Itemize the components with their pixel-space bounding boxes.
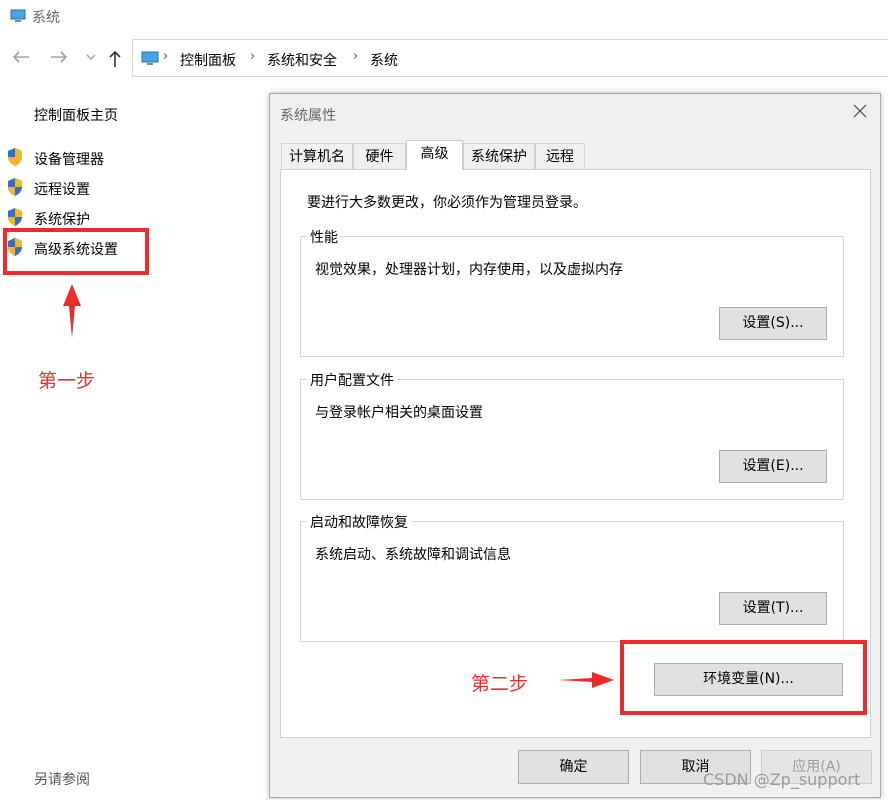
- performance-group: 性能 视觉效果，处理器计划，内存使用，以及虚拟内存 设置(S)...: [300, 227, 844, 357]
- control-panel-icon: [141, 51, 159, 65]
- close-icon[interactable]: [852, 103, 868, 119]
- startup-recovery-group: 启动和故障恢复 系统启动、系统故障和调试信息 设置(T)...: [300, 512, 844, 642]
- breadcrumb-separator: ›: [353, 49, 359, 64]
- arrow-up-icon: [109, 50, 121, 67]
- system-monitor-icon: [10, 9, 26, 22]
- control-panel-home-link[interactable]: 控制面板主页: [34, 105, 118, 125]
- chevron-down-icon: [86, 54, 96, 60]
- performance-desc: 视觉效果，处理器计划，内存使用，以及虚拟内存: [315, 262, 623, 278]
- arrow-left-icon: [12, 51, 29, 63]
- step2-highlight-box: [620, 640, 867, 715]
- startup-recovery-legend: 启动和故障恢复: [307, 512, 411, 532]
- step1-highlight-box: [3, 228, 149, 275]
- tab-computer-name[interactable]: 计算机名: [281, 143, 353, 169]
- see-also-heading: 另请参阅: [34, 772, 90, 788]
- forward-button[interactable]: [50, 49, 68, 69]
- tab-remote[interactable]: 远程: [535, 143, 585, 169]
- user-profiles-legend: 用户配置文件: [307, 370, 397, 390]
- watermark: CSDN @Zp_support: [703, 770, 861, 789]
- ok-button[interactable]: 确定: [518, 750, 629, 784]
- window-title-bar: 系统: [0, 0, 888, 34]
- shield-icon: [8, 178, 22, 196]
- tab-advanced[interactable]: 高级: [406, 140, 463, 170]
- remote-settings-link[interactable]: 远程设置: [34, 179, 90, 199]
- shield-icon: [8, 208, 22, 226]
- breadcrumb-system[interactable]: 系统: [370, 50, 398, 70]
- address-bar[interactable]: › 控制面板 › 系统和安全 › 系统: [132, 39, 888, 77]
- performance-settings-button[interactable]: 设置(S)...: [719, 307, 827, 340]
- arrow-right-annotation-icon: [558, 672, 614, 688]
- up-button[interactable]: [107, 50, 123, 70]
- step2-label: 第二步: [471, 673, 529, 695]
- tab-hardware[interactable]: 硬件: [353, 143, 406, 169]
- startup-recovery-desc: 系统启动、系统故障和调试信息: [315, 547, 511, 563]
- tab-system-protection[interactable]: 系统保护: [463, 143, 535, 169]
- dialog-title: 系统属性: [280, 108, 336, 124]
- user-profiles-settings-button[interactable]: 设置(E)...: [719, 450, 827, 483]
- performance-legend: 性能: [307, 227, 341, 247]
- window-title: 系统: [32, 10, 60, 26]
- arrow-up-annotation-icon: [63, 284, 81, 338]
- admin-note: 要进行大多数更改，你必须作为管理员登录。: [307, 195, 587, 211]
- breadcrumb-separator: ›: [163, 49, 169, 64]
- breadcrumb-control-panel[interactable]: 控制面板: [180, 50, 236, 70]
- arrow-right-icon: [51, 51, 68, 63]
- user-profiles-desc: 与登录帐户相关的桌面设置: [315, 405, 483, 421]
- back-button[interactable]: [12, 49, 30, 69]
- user-profiles-group: 用户配置文件 与登录帐户相关的桌面设置 设置(E)...: [300, 370, 844, 500]
- system-protection-link[interactable]: 系统保护: [34, 209, 90, 229]
- startup-recovery-settings-button[interactable]: 设置(T)...: [719, 592, 827, 625]
- recent-locations-button[interactable]: [86, 49, 96, 69]
- shield-icon: [8, 148, 22, 166]
- breadcrumb-system-security[interactable]: 系统和安全: [267, 50, 337, 70]
- step1-label: 第一步: [38, 370, 96, 392]
- breadcrumb-separator: ›: [250, 49, 256, 64]
- device-manager-link[interactable]: 设备管理器: [34, 149, 104, 169]
